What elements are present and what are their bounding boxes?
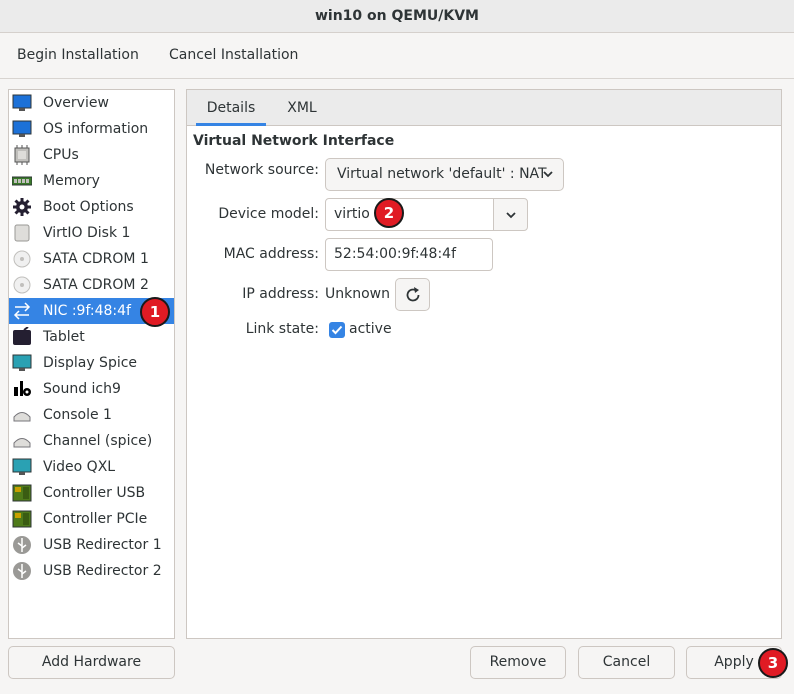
- sidebar-item-label: Tablet: [43, 329, 85, 345]
- sidebar-item-tablet[interactable]: Tablet: [9, 324, 174, 350]
- add-hardware-button[interactable]: Add Hardware: [8, 646, 175, 679]
- cdrom-icon: [12, 249, 32, 269]
- sidebar-item-console[interactable]: Console 1: [9, 402, 174, 428]
- chevron-down-icon: [505, 209, 517, 225]
- sidebar-item-sound[interactable]: Sound ich9: [9, 376, 174, 402]
- sidebar-item-memory[interactable]: Memory: [9, 168, 174, 194]
- sidebar-item-label: USB Redirector 1: [43, 537, 162, 553]
- menubar: Begin Installation Cancel Installation: [0, 33, 794, 79]
- sidebar-item-usb-redirector-1[interactable]: USB Redirector 1: [9, 532, 174, 558]
- tab-xml[interactable]: XML: [275, 90, 329, 126]
- mac-address-field[interactable]: 52:54:00:9f:48:4f: [325, 238, 493, 271]
- sidebar-item-virtio-disk[interactable]: VirtIO Disk 1: [9, 220, 174, 246]
- monitor-icon: [12, 93, 32, 113]
- controller-icon: [12, 509, 32, 529]
- checkmark-icon: [331, 325, 343, 335]
- refresh-ip-button[interactable]: [395, 278, 430, 311]
- device-model-field[interactable]: virtio: [325, 198, 494, 231]
- cpu-icon: [12, 145, 32, 165]
- usb-icon: [12, 535, 32, 555]
- gear-icon: [12, 197, 32, 217]
- sidebar-item-sata-cdrom-1[interactable]: SATA CDROM 1: [9, 246, 174, 272]
- step-badge-1: 1: [140, 297, 170, 327]
- sidebar-item-overview[interactable]: Overview: [9, 90, 174, 116]
- sidebar-item-label: Channel (spice): [43, 433, 153, 449]
- disk-icon: [12, 223, 32, 243]
- sidebar-item-label: OS information: [43, 121, 149, 137]
- sidebar-item-label: VirtIO Disk 1: [43, 225, 131, 241]
- sidebar-item-label: NIC :9f:48:4f: [43, 303, 131, 319]
- tab-details[interactable]: Details: [196, 90, 266, 126]
- network-icon: [12, 301, 32, 321]
- sidebar-item-label: Display Spice: [43, 355, 138, 371]
- sidebar-item-label: Memory: [43, 173, 100, 189]
- sound-icon: [12, 379, 32, 399]
- sidebar-item-video[interactable]: Video QXL: [9, 454, 174, 480]
- mac-address-label: MAC address:: [223, 246, 319, 262]
- usb-icon: [12, 561, 32, 581]
- sidebar-item-controller-pcie[interactable]: Controller PCIe: [9, 506, 174, 532]
- sidebar-item-label: USB Redirector 2: [43, 563, 162, 579]
- sidebar-item-label: Controller PCIe: [43, 511, 148, 527]
- sidebar-item-label: Video QXL: [43, 459, 116, 475]
- sidebar-item-label: Sound ich9: [43, 381, 121, 397]
- sidebar-item-display-spice[interactable]: Display Spice: [9, 350, 174, 376]
- cdrom-icon: [12, 275, 32, 295]
- sidebar-item-usb-redirector-2[interactable]: USB Redirector 2: [9, 558, 174, 584]
- sidebar-item-boot-options[interactable]: Boot Options: [9, 194, 174, 220]
- controller-icon: [12, 483, 32, 503]
- sidebar-item-label: SATA CDROM 1: [43, 251, 149, 267]
- cancel-button[interactable]: Cancel: [578, 646, 675, 679]
- section-title: Virtual Network Interface: [193, 133, 395, 149]
- cancel-installation-button[interactable]: Cancel Installation: [169, 47, 298, 63]
- sidebar-item-label: Console 1: [43, 407, 112, 423]
- console-icon: [12, 405, 32, 425]
- refresh-icon: [404, 286, 422, 308]
- memory-icon: [11, 171, 33, 191]
- sidebar-item-label: SATA CDROM 2: [43, 277, 149, 293]
- channel-icon: [12, 431, 32, 451]
- sidebar-item-controller-usb[interactable]: Controller USB: [9, 480, 174, 506]
- step-badge-2: 2: [374, 198, 404, 228]
- begin-installation-button[interactable]: Begin Installation: [17, 47, 139, 63]
- link-state-value: active: [349, 321, 392, 337]
- display-icon: [12, 353, 32, 373]
- tablet-icon: [12, 326, 32, 347]
- sidebar-item-label: Boot Options: [43, 199, 134, 215]
- network-source-label: Network source:: [204, 162, 319, 178]
- mac-address-value: 52:54:00:9f:48:4f: [334, 246, 457, 262]
- video-icon: [12, 457, 32, 477]
- link-state-checkbox[interactable]: [329, 322, 345, 338]
- device-model-dropdown-button[interactable]: [493, 198, 528, 231]
- hardware-list: Overview OS information CPUs Memory Boot…: [8, 89, 175, 639]
- link-state-label: Link state:: [245, 321, 319, 337]
- ip-address-label: IP address:: [242, 286, 319, 302]
- device-model-value: virtio: [334, 206, 370, 222]
- sidebar-item-label: Overview: [43, 95, 109, 111]
- ip-address-value: Unknown: [325, 286, 390, 302]
- step-badge-3: 3: [758, 648, 788, 678]
- sidebar-item-channel[interactable]: Channel (spice): [9, 428, 174, 454]
- network-source-value: Virtual network 'default' : NAT: [337, 166, 547, 182]
- remove-button[interactable]: Remove: [470, 646, 566, 679]
- network-source-dropdown[interactable]: Virtual network 'default' : NAT: [325, 158, 564, 191]
- device-model-label: Device model:: [218, 206, 319, 222]
- sidebar-item-cpus[interactable]: CPUs: [9, 142, 174, 168]
- sidebar-item-label: Controller USB: [43, 485, 146, 501]
- tab-bar: Details XML: [187, 90, 781, 126]
- sidebar-item-os-information[interactable]: OS information: [9, 116, 174, 142]
- window-title: win10 on QEMU/KVM: [0, 0, 794, 33]
- sidebar-item-sata-cdrom-2[interactable]: SATA CDROM 2: [9, 272, 174, 298]
- monitor-icon: [12, 119, 32, 139]
- chevron-down-icon: [542, 168, 554, 184]
- sidebar-item-label: CPUs: [43, 147, 79, 163]
